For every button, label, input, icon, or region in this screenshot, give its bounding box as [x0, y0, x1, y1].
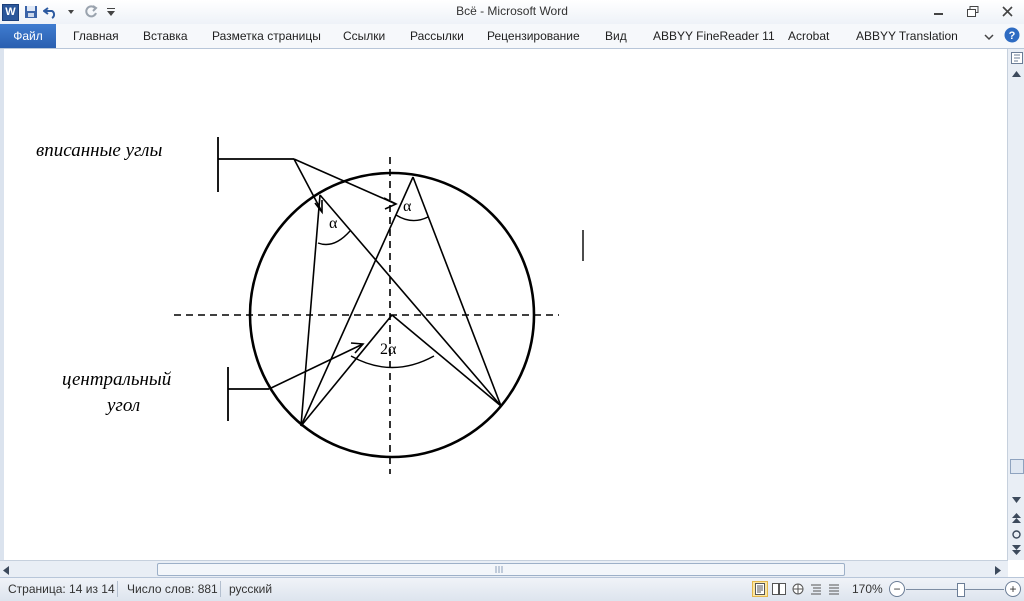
vertical-scroll-thumb[interactable] [1010, 459, 1024, 474]
outline-view-icon[interactable] [808, 581, 824, 597]
close-icon[interactable] [990, 0, 1024, 22]
angle-central-2alpha: 2α [380, 341, 397, 358]
central-angle-side-b [391, 314, 502, 407]
inscribed-callout-pointer-1 [293, 158, 323, 213]
horizontal-scroll-thumb[interactable] [157, 563, 845, 576]
horizontal-scrollbar[interactable] [0, 560, 1008, 578]
inscribed-callout-pointer-2 [293, 158, 397, 205]
zoom-out-button[interactable]: − [889, 581, 905, 597]
draft-view-icon[interactable] [826, 581, 842, 597]
angle-alpha-1: α [329, 215, 338, 232]
help-icon[interactable]: ? [1004, 27, 1020, 46]
title-bar: W Всё - Microsoft Word [0, 0, 1024, 24]
minimize-icon[interactable] [922, 0, 956, 22]
status-divider [117, 581, 118, 597]
zoom-slider-track[interactable] [906, 589, 1004, 590]
window-title: Всё - Microsoft Word [456, 4, 568, 18]
tab-abbyy-translation[interactable]: ABBYY Translation [856, 29, 958, 43]
vertical-scrollbar[interactable] [1007, 49, 1024, 560]
tab-file[interactable]: Файл [0, 24, 56, 48]
tab-page-layout[interactable]: Разметка страницы [212, 29, 321, 43]
inscribed-angle-1-arc [317, 230, 351, 246]
label-inscribed-angles: вписанные углы [36, 140, 163, 161]
ribbon-right-controls: ? [984, 27, 1020, 46]
previous-page-icon[interactable] [1008, 511, 1024, 525]
grip-icon [495, 566, 503, 573]
web-layout-view-icon[interactable] [790, 581, 806, 597]
scroll-up-icon[interactable] [1008, 67, 1024, 81]
expand-ribbon-icon[interactable] [984, 30, 994, 44]
word-count[interactable]: Число слов: 881 [127, 582, 218, 596]
document-page[interactable]: вписанные углы центральный угол α α 2α [0, 49, 1012, 560]
full-screen-reading-view-icon[interactable] [771, 581, 787, 597]
scroll-right-icon[interactable] [995, 564, 1001, 578]
print-layout-view-icon[interactable] [752, 581, 768, 597]
page-count[interactable]: Страница: 14 из 14 [8, 582, 115, 596]
zoom-slider-thumb[interactable] [957, 583, 965, 597]
ruler-toggle-icon[interactable] [1008, 51, 1024, 65]
tab-insert[interactable]: Вставка [143, 29, 188, 43]
tab-view[interactable]: Вид [605, 29, 627, 43]
label-central-angle-line2: угол [107, 395, 141, 416]
select-browse-object-icon[interactable] [1008, 527, 1024, 541]
tab-references[interactable]: Ссылки [343, 29, 385, 43]
status-bar: Страница: 14 из 14 Число слов: 881 русск… [0, 577, 1024, 601]
zoom-level[interactable]: 170% [852, 582, 883, 596]
next-page-icon[interactable] [1008, 543, 1024, 557]
geometry-diagram [174, 137, 584, 474]
zoom-in-button[interactable]: + [1005, 581, 1021, 597]
tab-home[interactable]: Главная [73, 29, 119, 43]
scroll-down-icon[interactable] [1008, 493, 1024, 507]
window-controls [922, 0, 1024, 22]
tab-acrobat[interactable]: Acrobat [788, 29, 829, 43]
language[interactable]: русский [229, 582, 272, 596]
tab-abbyy-finereader[interactable]: ABBYY FineReader 11 [653, 29, 775, 43]
label-central-angle-line1: центральный [62, 369, 172, 390]
scroll-left-icon[interactable] [3, 564, 9, 578]
central-angle-side-a [300, 314, 393, 427]
status-divider [220, 581, 221, 597]
svg-text:?: ? [1009, 30, 1016, 42]
tab-review[interactable]: Рецензирование [487, 29, 580, 43]
restore-icon[interactable] [956, 0, 990, 22]
angle-alpha-2: α [403, 198, 412, 215]
tab-mailings[interactable]: Рассылки [410, 29, 464, 43]
ribbon-tabs: Файл Главная Вставка Разметка страницы С… [0, 24, 1024, 49]
inscribed-angle-2-arc [395, 214, 429, 222]
inscribed-angle-1-side-b [319, 194, 502, 407]
